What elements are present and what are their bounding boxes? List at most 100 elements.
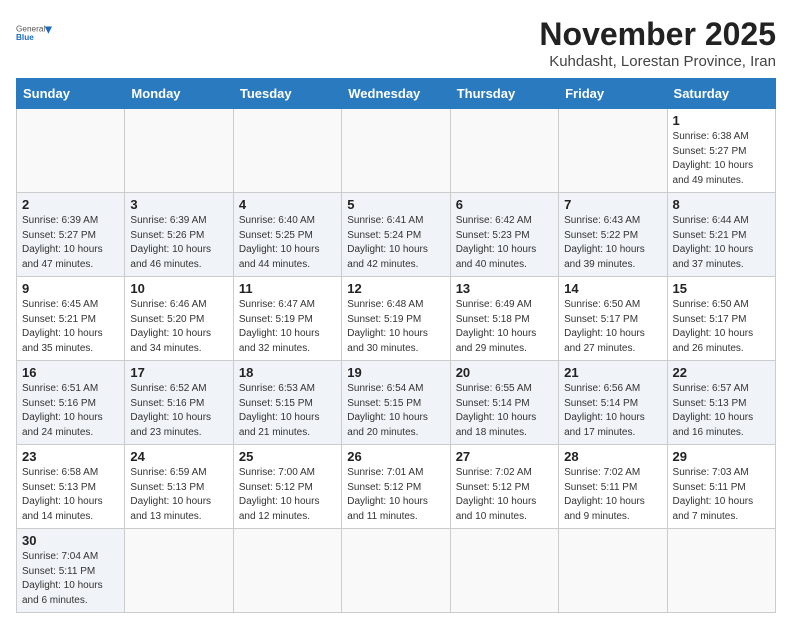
calendar-day-cell: 10 Sunrise: 6:46 AMSunset: 5:20 PMDayligh… <box>125 277 233 361</box>
day-info: Sunrise: 7:01 AMSunset: 5:12 PMDaylight:… <box>347 466 444 524</box>
title-area: November 2025 Kuhdasht, Lorestan Provinc… <box>539 16 776 70</box>
day-info: Sunrise: 6:59 AMSunset: 5:13 PMDaylight:… <box>130 466 227 524</box>
empty-day-cell <box>125 109 233 193</box>
calendar-day-cell: 25Sunrise: 7:00 AMSunset: 5:12 PMDayligh… <box>233 445 341 529</box>
calendar-day-cell: 3 Sunrise: 6:39 AMSunset: 5:26 PMDaylight… <box>125 193 233 277</box>
calendar-week-row: 9Sunrise: 6:45 AMSunset: 5:21 PMDaylight… <box>17 277 776 361</box>
weekday-header-saturday: Saturday <box>667 79 775 109</box>
day-number: 2 <box>22 197 119 212</box>
calendar-day-cell: 6 Sunrise: 6:42 AMSunset: 5:23 PMDaylight… <box>450 193 558 277</box>
day-number: 5 <box>347 197 444 212</box>
weekday-header-row: SundayMondayTuesdayWednesdayThursdayFrid… <box>17 79 776 109</box>
empty-day-cell <box>125 529 233 613</box>
day-number: 6 <box>456 197 553 212</box>
empty-day-cell <box>233 529 341 613</box>
day-number: 29 <box>673 449 770 464</box>
calendar-week-row: 1 Sunrise: 6:38 AMSunset: 5:27 PMDaylight… <box>17 109 776 193</box>
day-info: Sunrise: 6:53 AMSunset: 5:15 PMDaylight:… <box>239 382 336 440</box>
calendar-day-cell: 21 Sunrise: 6:56 AMSunset: 5:14 PMDayligh… <box>559 361 667 445</box>
location-subtitle: Kuhdasht, Lorestan Province, Iran <box>539 53 776 70</box>
day-info: Sunrise: 7:03 AMSunset: 5:11 PMDaylight:… <box>673 466 770 524</box>
weekday-header-thursday: Thursday <box>450 79 558 109</box>
calendar-day-cell: 30Sunrise: 7:04 AMSunset: 5:11 PMDayligh… <box>17 529 125 613</box>
day-number: 16 <box>22 365 119 380</box>
calendar-day-cell: 26Sunrise: 7:01 AMSunset: 5:12 PMDayligh… <box>342 445 450 529</box>
calendar-day-cell: 14Sunrise: 6:50 AMSunset: 5:17 PMDayligh… <box>559 277 667 361</box>
day-number: 4 <box>239 197 336 212</box>
calendar-day-cell: 20 Sunrise: 6:55 AMSunset: 5:14 PMDayligh… <box>450 361 558 445</box>
day-number: 17 <box>130 365 227 380</box>
day-number: 12 <box>347 281 444 296</box>
day-number: 3 <box>130 197 227 212</box>
empty-day-cell <box>450 529 558 613</box>
svg-text:Blue: Blue <box>16 33 34 42</box>
day-number: 7 <box>564 197 661 212</box>
calendar-week-row: 16Sunrise: 6:51 AMSunset: 5:16 PMDayligh… <box>17 361 776 445</box>
calendar-day-cell: 22 Sunrise: 6:57 AMSunset: 5:13 PMDayligh… <box>667 361 775 445</box>
calendar-day-cell: 9Sunrise: 6:45 AMSunset: 5:21 PMDaylight… <box>17 277 125 361</box>
page-header: General Blue November 2025 Kuhdasht, Lor… <box>16 16 776 70</box>
day-info: Sunrise: 6:43 AMSunset: 5:22 PMDaylight:… <box>564 214 661 272</box>
empty-day-cell <box>559 109 667 193</box>
day-number: 14 <box>564 281 661 296</box>
day-number: 9 <box>22 281 119 296</box>
empty-day-cell <box>233 109 341 193</box>
weekday-header-tuesday: Tuesday <box>233 79 341 109</box>
day-info: Sunrise: 6:39 AMSunset: 5:27 PMDaylight:… <box>22 214 119 272</box>
day-number: 23 <box>22 449 119 464</box>
weekday-header-wednesday: Wednesday <box>342 79 450 109</box>
empty-day-cell <box>17 109 125 193</box>
day-info: Sunrise: 6:47 AMSunset: 5:19 PMDaylight:… <box>239 298 336 356</box>
day-info: Sunrise: 6:38 AMSunset: 5:27 PMDaylight:… <box>673 130 770 188</box>
day-info: Sunrise: 6:55 AMSunset: 5:14 PMDaylight:… <box>456 382 553 440</box>
calendar-day-cell: 24Sunrise: 6:59 AMSunset: 5:13 PMDayligh… <box>125 445 233 529</box>
empty-day-cell <box>342 109 450 193</box>
day-info: Sunrise: 6:46 AMSunset: 5:20 PMDaylight:… <box>130 298 227 356</box>
calendar-day-cell: 13Sunrise: 6:49 AMSunset: 5:18 PMDayligh… <box>450 277 558 361</box>
calendar-day-cell: 11 Sunrise: 6:47 AMSunset: 5:19 PMDayligh… <box>233 277 341 361</box>
day-number: 13 <box>456 281 553 296</box>
day-number: 11 <box>239 281 336 296</box>
day-info: Sunrise: 6:39 AMSunset: 5:26 PMDaylight:… <box>130 214 227 272</box>
day-info: Sunrise: 6:42 AMSunset: 5:23 PMDaylight:… <box>456 214 553 272</box>
day-info: Sunrise: 6:44 AMSunset: 5:21 PMDaylight:… <box>673 214 770 272</box>
month-title: November 2025 <box>539 16 776 53</box>
calendar-day-cell: 15Sunrise: 6:50 AMSunset: 5:17 PMDayligh… <box>667 277 775 361</box>
calendar-week-row: 23 Sunrise: 6:58 AMSunset: 5:13 PMDayligh… <box>17 445 776 529</box>
day-number: 25 <box>239 449 336 464</box>
day-info: Sunrise: 6:54 AMSunset: 5:15 PMDaylight:… <box>347 382 444 440</box>
calendar-day-cell: 8 Sunrise: 6:44 AMSunset: 5:21 PMDaylight… <box>667 193 775 277</box>
calendar-day-cell: 12 Sunrise: 6:48 AMSunset: 5:19 PMDayligh… <box>342 277 450 361</box>
svg-text:General: General <box>16 25 45 34</box>
day-info: Sunrise: 6:41 AMSunset: 5:24 PMDaylight:… <box>347 214 444 272</box>
weekday-header-sunday: Sunday <box>17 79 125 109</box>
day-number: 22 <box>673 365 770 380</box>
calendar-day-cell: 7 Sunrise: 6:43 AMSunset: 5:22 PMDaylight… <box>559 193 667 277</box>
calendar-day-cell: 19 Sunrise: 6:54 AMSunset: 5:15 PMDayligh… <box>342 361 450 445</box>
day-number: 20 <box>456 365 553 380</box>
day-info: Sunrise: 6:58 AMSunset: 5:13 PMDaylight:… <box>22 466 119 524</box>
day-info: Sunrise: 6:50 AMSunset: 5:17 PMDaylight:… <box>673 298 770 356</box>
day-info: Sunrise: 6:48 AMSunset: 5:19 PMDaylight:… <box>347 298 444 356</box>
day-number: 30 <box>22 533 119 548</box>
day-info: Sunrise: 6:57 AMSunset: 5:13 PMDaylight:… <box>673 382 770 440</box>
empty-day-cell <box>559 529 667 613</box>
calendar-day-cell: 16Sunrise: 6:51 AMSunset: 5:16 PMDayligh… <box>17 361 125 445</box>
day-number: 10 <box>130 281 227 296</box>
calendar-day-cell: 17 Sunrise: 6:52 AMSunset: 5:16 PMDayligh… <box>125 361 233 445</box>
day-info: Sunrise: 7:02 AMSunset: 5:11 PMDaylight:… <box>564 466 661 524</box>
day-number: 8 <box>673 197 770 212</box>
calendar-day-cell: 18Sunrise: 6:53 AMSunset: 5:15 PMDayligh… <box>233 361 341 445</box>
calendar-week-row: 2 Sunrise: 6:39 AMSunset: 5:27 PMDaylight… <box>17 193 776 277</box>
day-info: Sunrise: 7:02 AMSunset: 5:12 PMDaylight:… <box>456 466 553 524</box>
logo-icon: General Blue <box>16 22 52 46</box>
day-number: 19 <box>347 365 444 380</box>
day-info: Sunrise: 6:40 AMSunset: 5:25 PMDaylight:… <box>239 214 336 272</box>
day-info: Sunrise: 6:56 AMSunset: 5:14 PMDaylight:… <box>564 382 661 440</box>
calendar-day-cell: 23 Sunrise: 6:58 AMSunset: 5:13 PMDayligh… <box>17 445 125 529</box>
calendar-day-cell: 29 Sunrise: 7:03 AMSunset: 5:11 PMDayligh… <box>667 445 775 529</box>
day-number: 21 <box>564 365 661 380</box>
day-number: 1 <box>673 113 770 128</box>
day-info: Sunrise: 6:52 AMSunset: 5:16 PMDaylight:… <box>130 382 227 440</box>
calendar-table: SundayMondayTuesdayWednesdayThursdayFrid… <box>16 78 776 613</box>
